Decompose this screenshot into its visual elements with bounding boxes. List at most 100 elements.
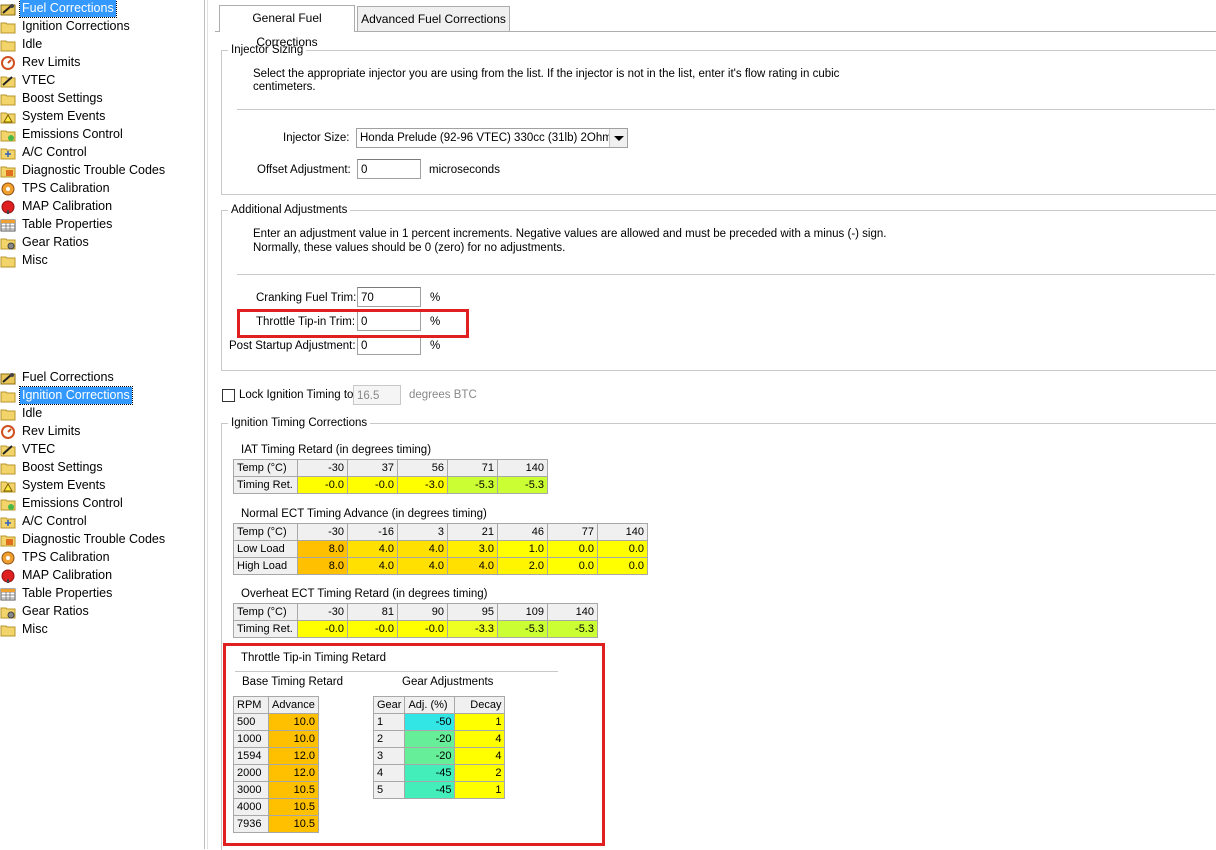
tree-item-label: Table Properties bbox=[22, 217, 113, 231]
ac-icon bbox=[0, 146, 16, 160]
normal-ect-timing-advance-title: Normal ECT Timing Advance (in degrees ti… bbox=[241, 508, 487, 520]
value-cell[interactable]: -0.0 bbox=[347, 620, 398, 638]
injector-size-select[interactable]: Honda Prelude (92-96 VTEC) 330cc (31lb) … bbox=[356, 128, 628, 148]
column-header: 37 bbox=[347, 459, 398, 477]
offset-adjustment-input[interactable]: 0 bbox=[357, 159, 421, 179]
folder-icon bbox=[0, 92, 16, 106]
tree-item-label: TPS Calibration bbox=[22, 181, 110, 195]
rev-limit-icon bbox=[0, 56, 16, 70]
ignition-timing-corrections-title: Ignition Timing Corrections bbox=[228, 416, 371, 430]
column-header: 140 bbox=[597, 523, 648, 541]
folder-icon bbox=[0, 20, 16, 34]
injector-separator bbox=[237, 109, 1215, 110]
value-cell[interactable]: 3.0 bbox=[447, 540, 498, 558]
value-cell[interactable]: 4.0 bbox=[347, 540, 398, 558]
value-cell[interactable]: -3.3 bbox=[447, 620, 498, 638]
cranking-fuel-trim-input[interactable]: 70 bbox=[357, 287, 421, 307]
value-cell[interactable]: 8.0 bbox=[297, 557, 348, 575]
value-cell[interactable]: -0.0 bbox=[397, 620, 448, 638]
tree-item-label: MAP Calibration bbox=[22, 199, 113, 213]
overheat-temp-row: Temp (°C) -30 81 90 95 109 140 bbox=[233, 603, 598, 621]
tree-item-label: Idle bbox=[22, 37, 43, 51]
column-header: 3 bbox=[397, 523, 448, 541]
value-cell[interactable]: -5.3 bbox=[447, 476, 498, 494]
tab-advanced-fuel-corrections[interactable]: Advanced Fuel Corrections bbox=[357, 6, 510, 31]
tree-item-label: Misc bbox=[22, 622, 48, 636]
folder-icon bbox=[0, 461, 16, 475]
tree-item-label: VTEC bbox=[22, 73, 56, 87]
value-cell[interactable]: 4.0 bbox=[347, 557, 398, 575]
value-cell[interactable]: -0.0 bbox=[347, 476, 398, 494]
column-header: 21 bbox=[447, 523, 498, 541]
value-cell[interactable]: 0.0 bbox=[597, 557, 648, 575]
vtec-icon bbox=[0, 443, 16, 457]
offset-adjustment-label: Offset Adjustment: bbox=[257, 164, 351, 176]
column-header: 81 bbox=[347, 603, 398, 621]
tree-item-label: Fuel Corrections bbox=[22, 370, 114, 384]
tree-item-label: TPS Calibration bbox=[22, 550, 110, 564]
highlight-tipin-trim bbox=[237, 309, 469, 338]
value-cell[interactable]: 0.0 bbox=[547, 540, 598, 558]
additional-adjustments-title: Additional Adjustments bbox=[228, 203, 351, 217]
warning-folder-icon bbox=[0, 479, 16, 493]
post-startup-adjustment-label: Post Startup Adjustment: bbox=[229, 340, 356, 352]
cranking-fuel-trim-unit: % bbox=[430, 292, 441, 304]
column-header: 71 bbox=[447, 459, 498, 477]
value-cell[interactable]: -5.3 bbox=[547, 620, 598, 638]
tree-item-label: MAP Calibration bbox=[22, 568, 113, 582]
map-icon bbox=[0, 569, 16, 583]
value-cell[interactable]: 1.0 bbox=[497, 540, 548, 558]
value-cell[interactable]: 4.0 bbox=[397, 557, 448, 575]
ect-high-load-row: High Load 8.0 4.0 4.0 4.0 2.0 0.0 0.0 bbox=[233, 557, 648, 575]
lock-ignition-timing-unit: degrees BTC bbox=[409, 389, 477, 401]
tree-item-label: System Events bbox=[22, 109, 106, 123]
value-cell[interactable]: -5.3 bbox=[497, 476, 548, 494]
panel-divider bbox=[204, 0, 205, 849]
column-header: -30 bbox=[297, 459, 348, 477]
emissions-icon bbox=[0, 497, 16, 511]
injector-description-line1: Select the appropriate injector you are … bbox=[253, 68, 840, 80]
fuel-icon bbox=[0, 2, 16, 16]
tab-general-fuel-corrections[interactable]: General Fuel Corrections bbox=[219, 5, 355, 49]
highlight-tipin-timing-retard bbox=[223, 643, 605, 846]
column-header: -16 bbox=[347, 523, 398, 541]
lock-ignition-timing-label: Lock Ignition Timing to: bbox=[239, 389, 357, 401]
value-cell[interactable]: 4.0 bbox=[397, 540, 448, 558]
value-cell[interactable]: 4.0 bbox=[447, 557, 498, 575]
gear-icon bbox=[0, 605, 16, 619]
folder-icon bbox=[0, 623, 16, 637]
column-header: 140 bbox=[497, 459, 548, 477]
column-header: 95 bbox=[447, 603, 498, 621]
overheat-ect-timing-retard-table: Temp (°C) -30 81 90 95 109 140 Timing Ret. -0.0-… bbox=[233, 603, 598, 638]
table-icon bbox=[0, 587, 16, 601]
lock-ignition-timing-input[interactable]: 16.5 bbox=[353, 385, 401, 405]
row-header: Low Load bbox=[233, 540, 298, 558]
value-cell[interactable]: 8.0 bbox=[297, 540, 348, 558]
chevron-down-icon[interactable] bbox=[609, 129, 627, 147]
warning-folder-icon bbox=[0, 110, 16, 124]
ect-low-load-row: Low Load 8.0 4.0 4.0 3.0 1.0 0.0 0.0 bbox=[233, 540, 648, 558]
table-icon bbox=[0, 218, 16, 232]
value-cell[interactable]: 0.0 bbox=[597, 540, 648, 558]
row-header: Temp (°C) bbox=[233, 523, 298, 541]
normal-ect-timing-advance-table: Temp (°C) -30 -16 3 21 46 77 140 Low Load 8.0 4.0 4… bbox=[233, 523, 648, 575]
column-header: 46 bbox=[497, 523, 548, 541]
column-header: 56 bbox=[397, 459, 448, 477]
value-cell[interactable]: -0.0 bbox=[297, 476, 348, 494]
iat-temp-row: Temp (°C) -30 37 56 71 140 bbox=[233, 459, 548, 477]
tree-item-label: Rev Limits bbox=[22, 55, 81, 69]
folder-icon bbox=[0, 407, 16, 421]
folder-icon bbox=[0, 254, 16, 268]
value-cell[interactable]: 2.0 bbox=[497, 557, 548, 575]
lock-ignition-timing-checkbox[interactable] bbox=[222, 389, 235, 402]
tps-icon bbox=[0, 182, 16, 196]
dtc-icon bbox=[0, 164, 16, 178]
value-cell[interactable]: -3.0 bbox=[397, 476, 448, 494]
folder-icon bbox=[0, 38, 16, 52]
row-header: High Load bbox=[233, 557, 298, 575]
tab-strip-line bbox=[215, 31, 1216, 32]
value-cell[interactable]: -0.0 bbox=[297, 620, 348, 638]
post-startup-adjustment-input[interactable]: 0 bbox=[357, 335, 421, 355]
value-cell[interactable]: -5.3 bbox=[497, 620, 548, 638]
value-cell[interactable]: 0.0 bbox=[547, 557, 598, 575]
